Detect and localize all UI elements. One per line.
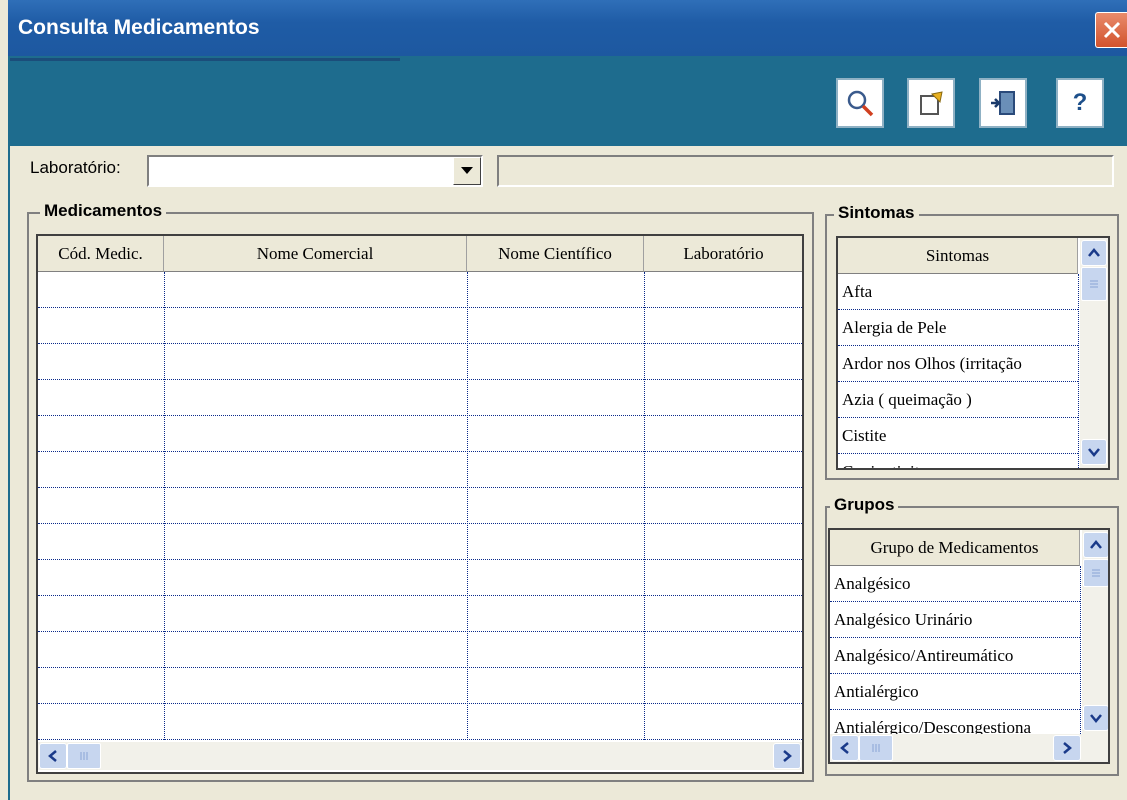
table-row[interactable] — [38, 704, 802, 740]
table-row[interactable] — [38, 380, 802, 416]
table-row[interactable] — [38, 452, 802, 488]
chevron-down-icon — [461, 167, 473, 174]
toolbar — [8, 56, 1127, 146]
list-item[interactable]: Conjuntivite — [838, 454, 1078, 468]
laboratorio-dropdown-button[interactable] — [453, 157, 481, 185]
scroll-right-button[interactable] — [1053, 735, 1081, 761]
grupos-group-title: Grupos — [830, 495, 899, 515]
list-item-label: Cistite — [842, 426, 887, 445]
scroll-up-button[interactable] — [1083, 532, 1108, 558]
grupos-vertical-scrollbar[interactable] — [1082, 530, 1108, 734]
table-row[interactable] — [38, 560, 802, 596]
exit-icon — [991, 91, 1015, 115]
search-button[interactable] — [836, 78, 884, 128]
medicamentos-group-title: Medicamentos — [40, 201, 167, 221]
list-item[interactable]: Analgésico — [830, 566, 1080, 602]
list-item-label: Conjuntivite — [842, 462, 927, 468]
list-item-label: Analgésico/Antireumático — [834, 646, 1014, 665]
laboratorio-label: Laboratório: — [30, 158, 121, 177]
table-row[interactable] — [38, 308, 802, 344]
scroll-down-button[interactable] — [1081, 439, 1107, 465]
list-item[interactable]: Alergia de Pele — [838, 310, 1078, 346]
column-header-laboratorio[interactable]: Laboratório — [644, 236, 802, 272]
medicamentos-table[interactable]: Cód. Medic. Nome Comercial Nome Científi… — [36, 234, 804, 774]
toolbar-divider — [8, 58, 400, 61]
help-button[interactable]: ? — [1056, 78, 1104, 128]
search-icon — [847, 90, 874, 117]
table-row[interactable] — [38, 272, 802, 308]
sintomas-group-title: Sintomas — [834, 203, 919, 223]
exit-button[interactable] — [979, 78, 1027, 128]
grip-icon — [1092, 569, 1100, 577]
scroll-thumb[interactable] — [1083, 559, 1108, 587]
chevron-right-icon — [1063, 742, 1072, 754]
list-item-label: Alergia de Pele — [842, 318, 947, 337]
list-item[interactable]: Antialérgico — [830, 674, 1080, 710]
medicamentos-horizontal-scrollbar[interactable] — [38, 742, 802, 770]
column-header-nome-comercial[interactable]: Nome Comercial — [164, 236, 467, 272]
scroll-thumb[interactable] — [1081, 267, 1107, 301]
list-item[interactable]: Antialérgico/Descongestiona — [830, 710, 1080, 734]
chevron-left-icon — [48, 750, 57, 762]
list-item[interactable]: Analgésico/Antireumático — [830, 638, 1080, 674]
edit-icon — [920, 91, 943, 115]
table-row[interactable] — [38, 344, 802, 380]
window-border — [8, 56, 10, 800]
table-row[interactable] — [38, 416, 802, 452]
grip-icon — [1090, 280, 1098, 288]
list-item[interactable]: Azia ( queimação ) — [838, 382, 1078, 418]
scroll-thumb[interactable] — [859, 735, 893, 761]
table-row[interactable] — [38, 488, 802, 524]
column-divider — [1078, 274, 1079, 468]
list-item[interactable]: Analgésico Urinário — [830, 602, 1080, 638]
grip-icon — [872, 744, 880, 752]
window-title: Consulta Medicamentos — [18, 16, 260, 39]
scroll-down-button[interactable] — [1083, 705, 1108, 731]
sintomas-list[interactable]: Sintomas Afta Alergia de Pele Ardor nos … — [836, 236, 1110, 470]
laboratorio-select[interactable] — [147, 155, 483, 187]
chevron-down-icon — [1090, 714, 1102, 723]
column-header-sintomas[interactable]: Sintomas — [838, 238, 1078, 274]
scroll-right-button[interactable] — [773, 743, 801, 769]
scroll-left-button[interactable] — [831, 735, 859, 761]
chevron-right-icon — [783, 750, 792, 762]
grupos-horizontal-scrollbar[interactable] — [830, 734, 1108, 762]
laboratorio-description — [497, 155, 1114, 187]
list-item-label: Ardor nos Olhos (irritação — [842, 354, 1022, 373]
close-button[interactable] — [1095, 12, 1127, 48]
chevron-left-icon — [840, 742, 849, 754]
table-row[interactable] — [38, 524, 802, 560]
table-row[interactable] — [38, 632, 802, 668]
scroll-thumb[interactable] — [67, 743, 101, 769]
list-item[interactable]: Cistite — [838, 418, 1078, 454]
list-item-label: Antialérgico/Descongestiona — [834, 718, 1032, 734]
list-item[interactable]: Ardor nos Olhos (irritação — [838, 346, 1078, 382]
table-row[interactable] — [38, 596, 802, 632]
list-item-label: Analgésico Urinário — [834, 610, 973, 629]
list-item-label: Analgésico — [834, 574, 911, 593]
column-header-grupo-medicamentos[interactable]: Grupo de Medicamentos — [830, 530, 1080, 566]
scroll-up-button[interactable] — [1081, 240, 1107, 266]
list-item-label: Azia ( queimação ) — [842, 390, 972, 409]
scroll-left-button[interactable] — [39, 743, 67, 769]
list-item[interactable]: Afta — [838, 274, 1078, 310]
column-header-cod-medic[interactable]: Cód. Medic. — [38, 236, 164, 272]
table-row[interactable] — [38, 668, 802, 704]
close-icon — [1103, 21, 1120, 39]
chevron-down-icon — [1088, 448, 1100, 457]
chevron-up-icon — [1088, 248, 1100, 257]
edit-button[interactable] — [907, 78, 955, 128]
window-left-edge — [0, 0, 8, 800]
list-item-label: Afta — [842, 282, 873, 301]
grupos-list[interactable]: Grupo de Medicamentos Analgésico Analgés… — [828, 528, 1110, 764]
column-header-nome-cientifico[interactable]: Nome Científico — [467, 236, 644, 272]
help-icon: ? — [1072, 89, 1088, 116]
chevron-up-icon — [1090, 540, 1102, 549]
sintomas-vertical-scrollbar[interactable] — [1080, 238, 1108, 468]
column-divider — [1080, 566, 1081, 734]
grip-icon — [80, 752, 88, 760]
list-item-label: Antialérgico — [834, 682, 919, 701]
